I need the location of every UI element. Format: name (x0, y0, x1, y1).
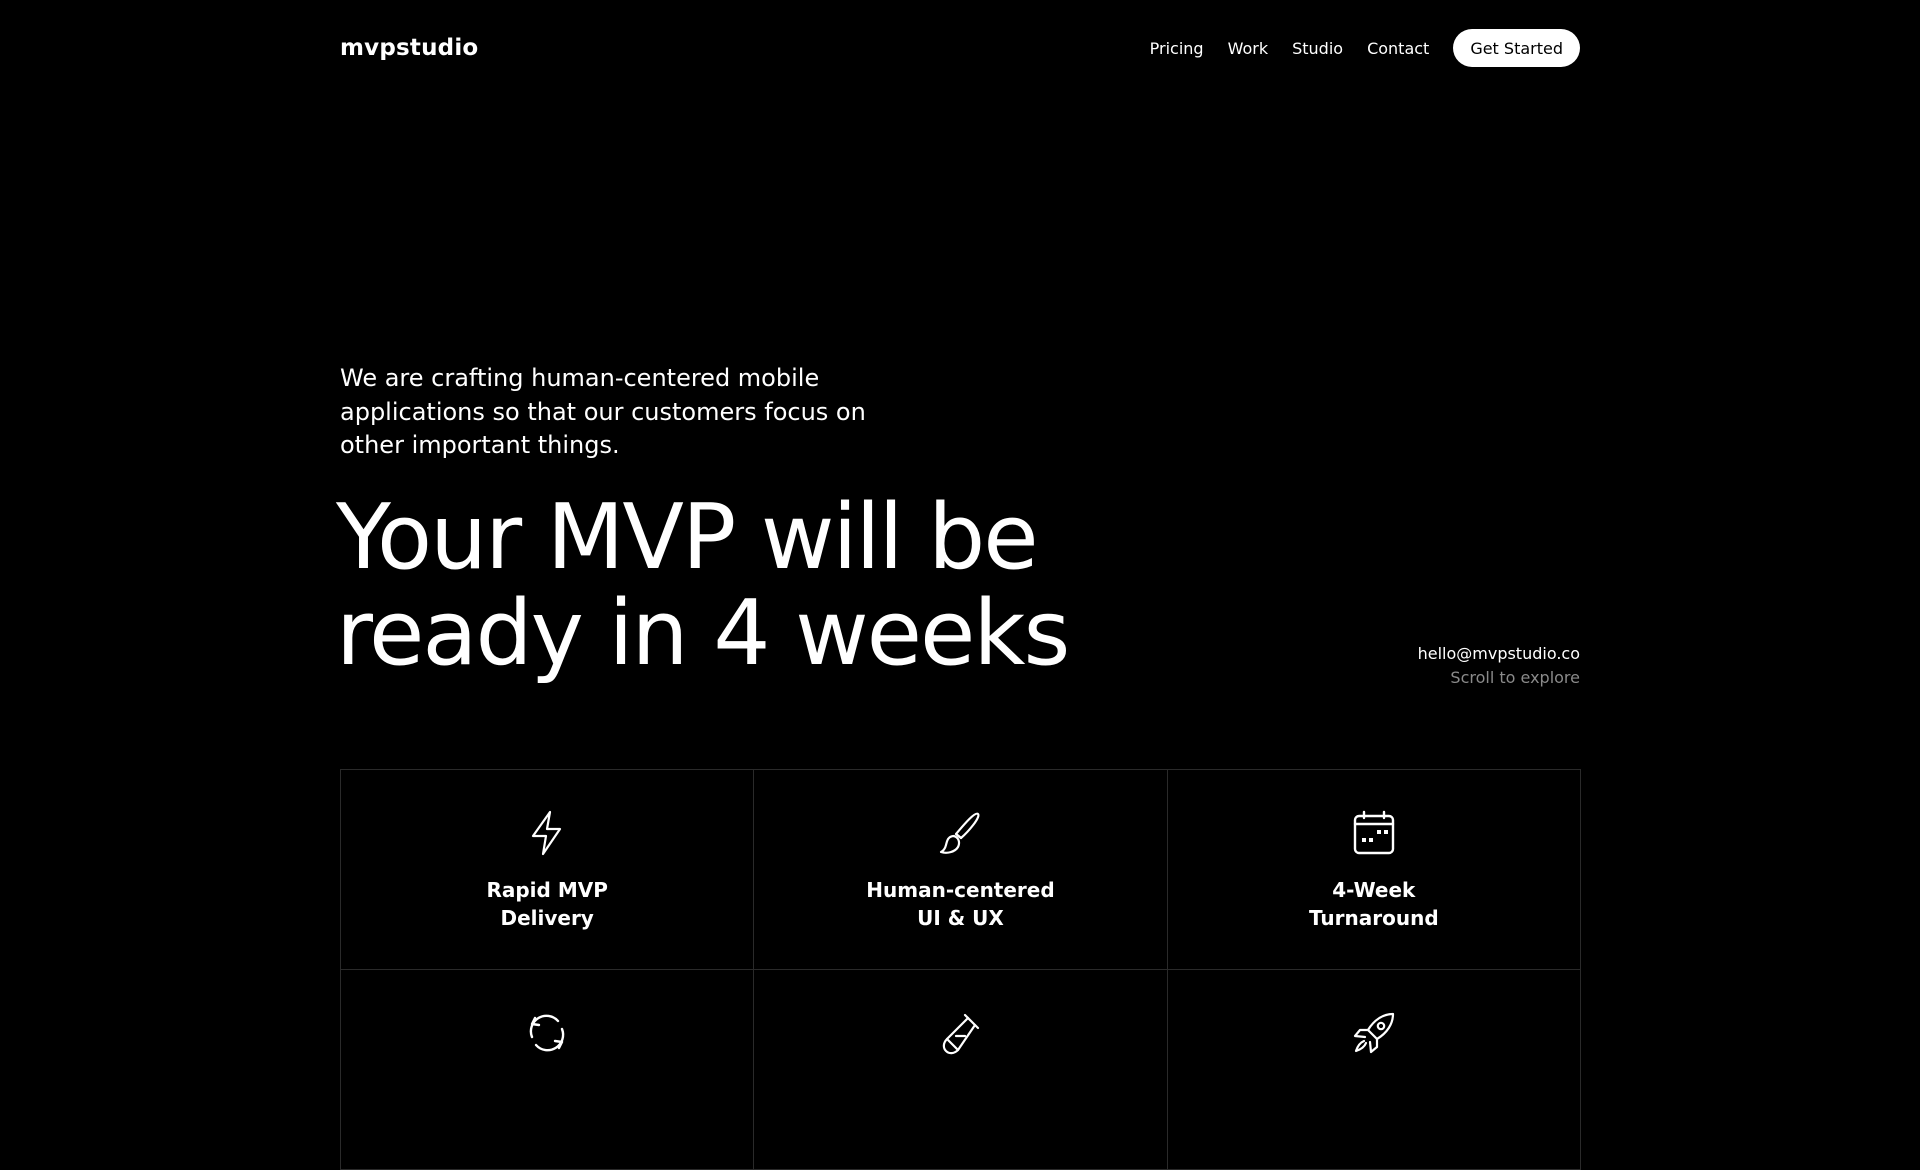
feature-card-testing (754, 970, 1168, 1170)
lightning-icon (532, 810, 562, 856)
nav-link-work[interactable]: Work (1228, 39, 1269, 58)
hero-title-line-1: Your MVP will be (336, 485, 1039, 590)
hero-title-line-2: ready in 4 weeks (336, 581, 1070, 686)
contact-block: hello@mvpstudio.co Scroll to explore (1418, 642, 1580, 690)
feature-title: Rapid MVP Delivery (486, 878, 608, 930)
contact-email-link[interactable]: hello@mvpstudio.co (1418, 642, 1580, 666)
rocket-icon (1353, 1012, 1394, 1054)
nav-link-pricing[interactable]: Pricing (1150, 39, 1204, 58)
feature-card-iteration (341, 970, 755, 1170)
site-header: mvpstudio Pricing Work Studio Contact Ge… (340, 24, 1580, 72)
get-started-button[interactable]: Get Started (1453, 29, 1580, 67)
calendar-icon (1353, 810, 1395, 855)
refresh-icon (529, 1014, 565, 1052)
feature-title: 4-Week Turnaround (1308, 878, 1439, 930)
features-grid: Rapid MVP Delivery Human-centered UI & U… (340, 769, 1581, 1170)
paintbrush-icon (940, 812, 980, 854)
feature-card-launch (1167, 970, 1581, 1170)
hero-title: Your MVP will be ready in 4 weeks (336, 490, 1236, 682)
test-tube-icon (943, 1013, 980, 1055)
scroll-hint: Scroll to explore (1450, 668, 1580, 687)
feature-card-rapid-mvp: Rapid MVP Delivery (341, 770, 755, 970)
feature-title: Human-centered UI & UX (866, 878, 1055, 930)
nav-link-contact[interactable]: Contact (1367, 39, 1429, 58)
nav-link-studio[interactable]: Studio (1292, 39, 1343, 58)
main-nav: Pricing Work Studio Contact Get Started (1150, 29, 1580, 67)
logo[interactable]: mvpstudio (340, 35, 478, 61)
feature-card-four-week: 4-Week Turnaround (1167, 770, 1581, 970)
feature-card-human-centered: Human-centered UI & UX (754, 770, 1168, 970)
hero-intro-text: We are crafting human-centered mobile ap… (340, 364, 866, 459)
